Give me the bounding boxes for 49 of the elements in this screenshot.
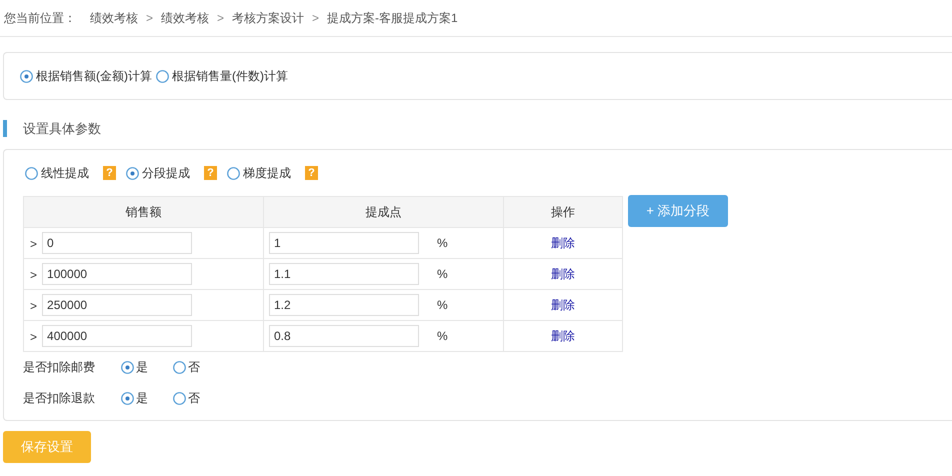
breadcrumb-separator: > bbox=[312, 11, 320, 25]
radio-label[interactable]: 是 bbox=[136, 390, 148, 407]
section-title: 设置具体参数 bbox=[23, 120, 101, 138]
rate-input[interactable]: 1 bbox=[269, 232, 419, 254]
option-label: 是否扣除退款 bbox=[23, 390, 96, 407]
radio-button[interactable] bbox=[173, 361, 186, 374]
breadcrumb-item[interactable]: 绩效考核 bbox=[90, 10, 138, 26]
radio-label[interactable]: 否 bbox=[188, 359, 200, 376]
breadcrumb-label: 您当前位置： bbox=[4, 10, 76, 26]
radio-button[interactable] bbox=[156, 70, 169, 82]
column-header: 提成点 bbox=[264, 196, 504, 228]
radio-label[interactable]: 是 bbox=[136, 359, 148, 376]
breadcrumb-separator: > bbox=[217, 11, 224, 25]
breadcrumb-item[interactable]: 考核方案设计 bbox=[232, 10, 304, 26]
column-header: 操作 bbox=[504, 196, 622, 228]
section-marker bbox=[3, 120, 7, 137]
sales-input[interactable]: 250000 bbox=[42, 294, 192, 316]
breadcrumb-item[interactable]: 提成方案-客服提成方案1 bbox=[327, 10, 458, 26]
column-header: 销售额 bbox=[24, 196, 264, 228]
sales-input[interactable]: 100000 bbox=[42, 263, 192, 285]
greater-than-sign: > bbox=[30, 299, 38, 313]
percent-unit: % bbox=[437, 298, 448, 312]
radio-button[interactable] bbox=[20, 70, 33, 82]
percent-unit: % bbox=[437, 329, 448, 343]
percent-unit: % bbox=[437, 267, 448, 281]
rate-input[interactable]: 1.1 bbox=[269, 263, 419, 285]
sales-input[interactable]: 400000 bbox=[42, 325, 192, 347]
greater-than-sign: > bbox=[30, 268, 38, 282]
radio-label[interactable]: 线性提成 bbox=[41, 164, 89, 182]
radio-button[interactable] bbox=[121, 361, 134, 374]
percent-unit: % bbox=[437, 236, 448, 250]
radio-button[interactable] bbox=[227, 166, 240, 180]
radio-button[interactable] bbox=[173, 392, 186, 405]
option-label: 是否扣除邮费 bbox=[23, 359, 96, 376]
breadcrumb-item[interactable]: 绩效考核 bbox=[161, 10, 210, 26]
radio-label[interactable]: 否 bbox=[188, 390, 200, 407]
radio-label[interactable]: 根据销售量(件数)计算 bbox=[172, 68, 288, 84]
rate-input[interactable]: 1.2 bbox=[269, 294, 419, 316]
radio-button[interactable] bbox=[126, 166, 139, 180]
breadcrumb-separator: > bbox=[146, 11, 154, 25]
rate-input[interactable]: 0.8 bbox=[269, 325, 419, 347]
radio-label[interactable]: 分段提成 bbox=[142, 164, 190, 182]
greater-than-sign: > bbox=[30, 237, 38, 251]
radio-label[interactable]: 根据销售额(金额)计算 bbox=[36, 68, 152, 84]
radio-label[interactable]: 梯度提成 bbox=[243, 164, 291, 182]
radio-button[interactable] bbox=[121, 392, 134, 405]
greater-than-sign: > bbox=[30, 330, 38, 344]
radio-button[interactable] bbox=[25, 166, 38, 180]
sales-input[interactable]: 0 bbox=[42, 232, 192, 254]
